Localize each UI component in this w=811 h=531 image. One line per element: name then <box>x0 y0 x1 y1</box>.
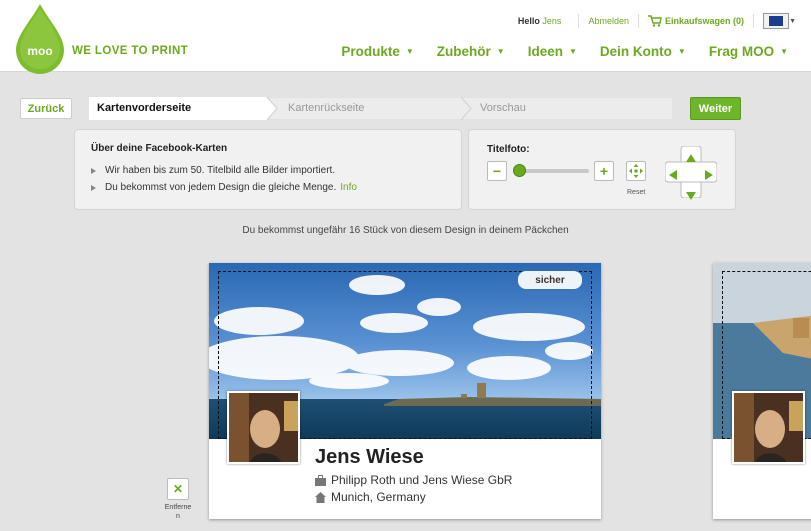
bullet-arrow-icon <box>91 184 96 191</box>
remove-label: Entferne n <box>164 504 192 520</box>
avatar[interactable] <box>227 391 300 464</box>
nav-item-dein-konto[interactable]: Dein Konto ▼ <box>600 44 686 59</box>
chevron-down-icon: ▼ <box>789 18 796 25</box>
chevron-down-icon: ▼ <box>496 47 505 56</box>
chevron-down-icon: ▼ <box>780 47 788 56</box>
nav-label: Ideen <box>527 44 563 59</box>
card-location: Munich, Germany <box>315 490 426 504</box>
divider <box>578 14 580 28</box>
zoom-in-button[interactable]: + <box>594 161 614 181</box>
logo-text: moo <box>27 44 52 58</box>
card-preview-next[interactable] <box>713 263 811 519</box>
reset-label: Reset <box>627 189 646 196</box>
home-icon <box>315 491 326 503</box>
nav-label: Dein Konto <box>599 44 672 59</box>
card-company: Philipp Roth und Jens Wiese GbR <box>315 473 512 487</box>
card-preview[interactable]: sicher Jens Wiese Philipp Roth und Jens … <box>209 263 601 519</box>
arrow-left-icon[interactable] <box>669 167 677 185</box>
move-center-icon <box>629 164 643 178</box>
chevron-down-icon: ▼ <box>677 47 686 56</box>
language-selector[interactable]: ▼ <box>763 13 796 29</box>
nav-item-ideen[interactable]: Ideen ▼ <box>528 44 577 59</box>
step-back[interactable]: Kartenrückseite <box>288 102 364 114</box>
cart-icon <box>647 15 662 27</box>
nav-item-frag-moo[interactable]: Frag MOO ▼ <box>709 44 788 59</box>
info-item: Du bekommst von jedem Design die gleiche… <box>91 182 357 193</box>
cart-label: Einkaufswagen (0) <box>664 16 744 26</box>
zoom-out-button[interactable]: − <box>487 161 507 181</box>
greeting-text: Hello <box>517 16 540 26</box>
quantity-info: Du bekommst ungefähr 16 Stück von diesem… <box>242 225 569 236</box>
step-front[interactable]: Kartenvorderseite <box>97 102 191 114</box>
arrow-up-icon[interactable] <box>686 149 696 167</box>
zoom-slider-handle[interactable] <box>513 164 526 177</box>
info-item-text: Du bekommst von jedem Design die gleiche… <box>105 182 337 193</box>
info-item-text: Wir haben bis zum 50. Titelbild alle Bil… <box>105 165 336 176</box>
info-title: Über deine Facebook-Karten <box>91 143 228 154</box>
tagline: WE LOVE TO PRINT <box>72 45 189 57</box>
nav-item-produkte[interactable]: Produkte ▼ <box>341 44 413 59</box>
nav-item-zubehoer[interactable]: Zubehör ▼ <box>437 44 505 59</box>
info-panel: Über deine Facebook-Karten Wir haben bis… <box>74 129 462 210</box>
site-header: moo WE LOVE TO PRINT Hello Jens Abmelden… <box>0 0 811 74</box>
wizard-steps: Kartenvorderseite Kartenrückseite Vorsch… <box>89 97 673 120</box>
briefcase-icon <box>315 474 326 486</box>
moo-logo[interactable]: moo <box>14 4 66 76</box>
step-preview[interactable]: Vorschau <box>480 102 526 114</box>
company-text: Philipp Roth und Jens Wiese GbR <box>331 473 513 487</box>
remove-button[interactable]: ✕ <box>167 478 189 500</box>
chevron-down-icon: ▼ <box>405 47 414 56</box>
safe-area-label: sicher <box>518 271 582 289</box>
chevron-down-icon: ▼ <box>568 47 577 56</box>
divider <box>637 14 639 28</box>
username-link[interactable]: Jens <box>542 16 561 26</box>
divider <box>753 14 754 28</box>
nav-label: Produkte <box>341 44 400 59</box>
nav-label: Frag MOO <box>708 44 775 59</box>
nav-label: Zubehör <box>436 44 491 59</box>
next-button[interactable]: Weiter <box>690 97 741 120</box>
logout-link[interactable]: Abmelden <box>588 16 629 26</box>
top-links: Hello Jens Abmelden Einkaufswagen (0) ▼ <box>518 12 811 30</box>
cover-photo-label: Titelfoto: <box>487 144 530 155</box>
avatar[interactable] <box>732 391 805 464</box>
main-nav: Produkte ▼ Zubehör ▼ Ideen ▼ Dein Konto ▼ Fr… <box>341 44 811 59</box>
arrow-right-icon[interactable] <box>705 167 713 185</box>
profile-photo <box>734 393 803 462</box>
profile-photo <box>229 393 298 462</box>
photo-controls-panel: Titelfoto: − + Reset <box>468 129 736 210</box>
reset-button[interactable] <box>626 161 646 181</box>
zoom-slider[interactable] <box>513 164 589 177</box>
back-button[interactable]: Zurück <box>20 98 72 119</box>
greeting: Hello Jens <box>518 16 570 26</box>
arrow-down-icon[interactable] <box>686 187 696 205</box>
location-text: Munich, Germany <box>331 490 426 504</box>
info-item: Wir haben bis zum 50. Titelbild alle Bil… <box>91 165 335 176</box>
x-icon: ✕ <box>172 482 184 496</box>
cart-link[interactable]: Einkaufswagen (0) <box>647 15 744 27</box>
bullet-arrow-icon <box>91 167 96 174</box>
eu-flag-icon <box>769 16 783 26</box>
card-name: Jens Wiese <box>315 446 424 468</box>
info-link[interactable]: Info <box>340 182 357 193</box>
